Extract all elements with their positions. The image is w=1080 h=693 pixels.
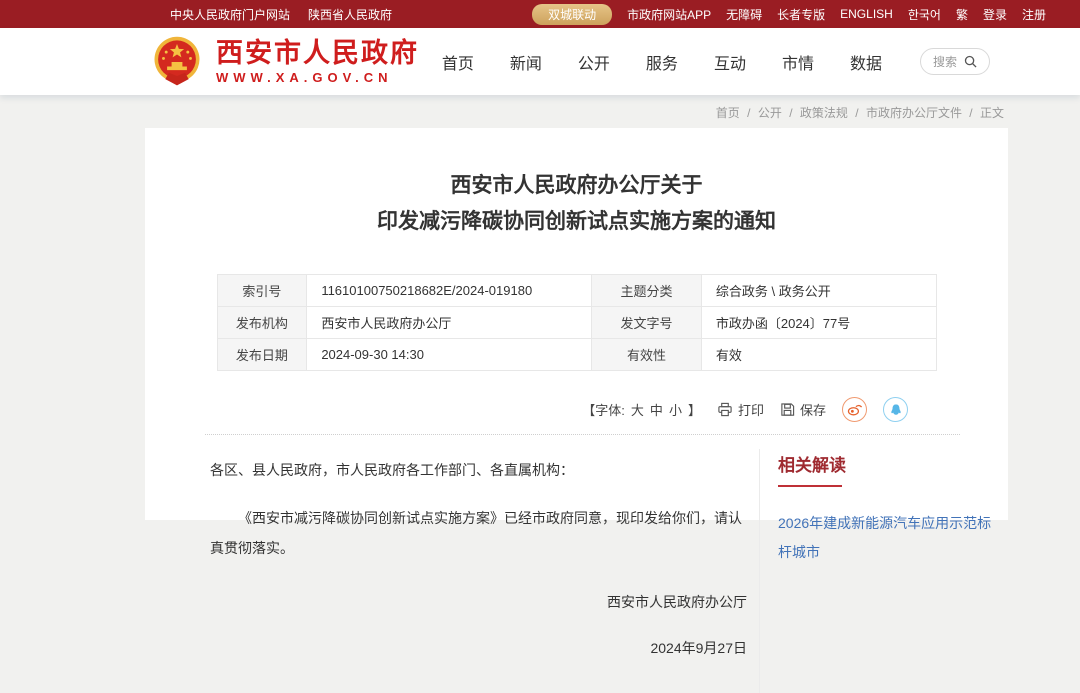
nav-news[interactable]: 新闻 bbox=[510, 50, 542, 74]
related-reading-sidebar: 相关解读 2026年建成新能源汽车应用示范标杆城市 bbox=[760, 449, 996, 693]
search-icon bbox=[964, 55, 977, 68]
meta-value-doc-number: 市政办函〔2024〕77号 bbox=[701, 307, 936, 339]
link-english[interactable]: ENGLISH bbox=[840, 7, 893, 21]
main-nav: 首页 新闻 公开 服务 互动 市情 数据 bbox=[442, 50, 882, 74]
meta-label-issuer: 发布机构 bbox=[217, 307, 307, 339]
top-utility-bar: 中央人民政府门户网站 陕西省人民政府 双城联动 市政府网站APP 无障碍 长者专… bbox=[0, 0, 1080, 28]
font-size-label: 【字体: bbox=[582, 400, 625, 419]
site-logo[interactable]: 西安市人民政府 WWW.XA.GOV.CN bbox=[150, 34, 419, 90]
topbar-left-links: 中央人民政府门户网站 陕西省人民政府 bbox=[170, 6, 392, 23]
page-title: 西安市人民政府办公厅关于 印发减污降碳协同创新试点实施方案的通知 bbox=[145, 168, 1008, 240]
printer-icon bbox=[717, 402, 733, 417]
body-paragraph-notice: 《西安市减污降碳协同创新试点实施方案》已经市政府同意，现印发给你们，请认真贯彻落… bbox=[210, 503, 747, 563]
link-senior-version[interactable]: 长者专版 bbox=[777, 6, 825, 23]
nav-city-info[interactable]: 市情 bbox=[782, 50, 814, 74]
logo-text: 西安市人民政府 WWW.XA.GOV.CN bbox=[216, 39, 419, 85]
topbar-right-links: 双城联动 市政府网站APP 无障碍 长者专版 ENGLISH 한국어 繁 登录 … bbox=[532, 4, 1046, 25]
page-title-line2: 印发减污降碳协同创新试点实施方案的通知 bbox=[145, 204, 1008, 240]
nav-data[interactable]: 数据 bbox=[850, 50, 882, 74]
save-icon bbox=[780, 402, 795, 417]
table-row: 发布机构 西安市人民政府办公厅 发文字号 市政办函〔2024〕77号 bbox=[217, 307, 936, 339]
meta-value-issuer: 西安市人民政府办公厅 bbox=[307, 307, 592, 339]
link-shaanxi-gov[interactable]: 陕西省人民政府 bbox=[308, 6, 392, 23]
article-toolbar: 【字体: 大 中 小 】 打印 bbox=[145, 397, 908, 422]
dual-city-link-pill[interactable]: 双城联动 bbox=[532, 4, 612, 25]
article-main: 各区、县人民政府，市人民政府各工作部门、各直属机构： 《西安市减污降碳协同创新试… bbox=[145, 449, 1008, 693]
heading-underline bbox=[778, 485, 842, 487]
article-card: 西安市人民政府办公厅关于 印发减污降碳协同创新试点实施方案的通知 索引号 116… bbox=[145, 128, 1008, 520]
qq-share-button[interactable] bbox=[883, 397, 908, 422]
font-size-medium-button[interactable]: 中 bbox=[650, 400, 663, 419]
search-input[interactable]: 搜索 bbox=[920, 48, 990, 75]
national-emblem-icon bbox=[150, 34, 204, 90]
breadcrumb-separator: / bbox=[747, 106, 750, 120]
breadcrumb-home[interactable]: 首页 bbox=[716, 106, 740, 120]
breadcrumb: 首页 / 公开 / 政策法规 / 市政府办公厅文件 / 正文 bbox=[145, 95, 1008, 128]
meta-value-validity: 有效 bbox=[701, 339, 936, 371]
link-gov-app[interactable]: 市政府网站APP bbox=[627, 6, 711, 23]
breadcrumb-separator: / bbox=[855, 106, 858, 120]
font-size-large-button[interactable]: 大 bbox=[631, 400, 644, 419]
meta-label-validity: 有效性 bbox=[592, 339, 702, 371]
document-date: 2024年9月27日 bbox=[210, 633, 747, 663]
search-placeholder: 搜索 bbox=[933, 53, 957, 70]
font-size-label-close: 】 bbox=[688, 400, 701, 419]
meta-value-topic: 综合政务 \ 政务公开 bbox=[701, 275, 936, 307]
toolbar-divider bbox=[205, 434, 960, 435]
print-label: 打印 bbox=[738, 400, 764, 419]
meta-label-topic: 主题分类 bbox=[592, 275, 702, 307]
register-link[interactable]: 注册 bbox=[1022, 6, 1046, 23]
meta-label-index-no: 索引号 bbox=[217, 275, 307, 307]
font-size-small-button[interactable]: 小 bbox=[669, 400, 682, 419]
page-title-line1: 西安市人民政府办公厅关于 bbox=[145, 168, 1008, 204]
link-central-gov[interactable]: 中央人民政府门户网站 bbox=[170, 6, 290, 23]
meta-label-doc-number: 发文字号 bbox=[592, 307, 702, 339]
breadcrumb-office-documents[interactable]: 市政府办公厅文件 bbox=[866, 106, 962, 120]
save-button[interactable]: 保存 bbox=[780, 400, 826, 419]
font-size-control: 【字体: 大 中 小 】 bbox=[582, 400, 701, 419]
print-button[interactable]: 打印 bbox=[717, 400, 764, 419]
related-reading-heading: 相关解读 bbox=[778, 451, 996, 476]
login-link[interactable]: 登录 bbox=[983, 6, 1007, 23]
site-header: 西安市人民政府 WWW.XA.GOV.CN 首页 新闻 公开 服务 互动 市情 … bbox=[0, 28, 1080, 95]
table-row: 发布日期 2024-09-30 14:30 有效性 有效 bbox=[217, 339, 936, 371]
nav-services[interactable]: 服务 bbox=[646, 50, 678, 74]
nav-home[interactable]: 首页 bbox=[442, 50, 474, 74]
save-label: 保存 bbox=[800, 400, 826, 419]
meta-value-pub-date: 2024-09-30 14:30 bbox=[307, 339, 592, 371]
breadcrumb-separator: / bbox=[969, 106, 972, 120]
signature: 西安市人民政府办公厅 bbox=[210, 587, 747, 617]
meta-value-index-no: 11610100750218682E/2024-019180 bbox=[307, 275, 592, 307]
qq-penguin-icon bbox=[888, 402, 904, 418]
site-url: WWW.XA.GOV.CN bbox=[216, 70, 419, 85]
site-name: 西安市人民政府 bbox=[216, 39, 419, 67]
breadcrumb-policies[interactable]: 政策法规 bbox=[800, 106, 848, 120]
nav-interaction[interactable]: 互动 bbox=[714, 50, 746, 74]
breadcrumb-separator: / bbox=[789, 106, 792, 120]
document-meta-table: 索引号 11610100750218682E/2024-019180 主题分类 … bbox=[217, 274, 937, 371]
nav-disclosure[interactable]: 公开 bbox=[578, 50, 610, 74]
link-accessibility[interactable]: 无障碍 bbox=[726, 6, 762, 23]
breadcrumb-disclosure[interactable]: 公开 bbox=[758, 106, 782, 120]
meta-label-pub-date: 发布日期 bbox=[217, 339, 307, 371]
weibo-icon bbox=[846, 401, 863, 418]
body-paragraph-recipients: 各区、县人民政府，市人民政府各工作部门、各直属机构： bbox=[210, 455, 747, 485]
weibo-share-button[interactable] bbox=[842, 397, 867, 422]
related-reading-link[interactable]: 2026年建成新能源汽车应用示范标杆城市 bbox=[778, 509, 996, 567]
table-row: 索引号 11610100750218682E/2024-019180 主题分类 … bbox=[217, 275, 936, 307]
article-body: 各区、县人民政府，市人民政府各工作部门、各直属机构： 《西安市减污降碳协同创新试… bbox=[210, 449, 760, 693]
breadcrumb-current: 正文 bbox=[980, 106, 1004, 120]
link-traditional-chinese[interactable]: 繁 bbox=[956, 6, 968, 23]
link-korean[interactable]: 한국어 bbox=[908, 6, 941, 23]
